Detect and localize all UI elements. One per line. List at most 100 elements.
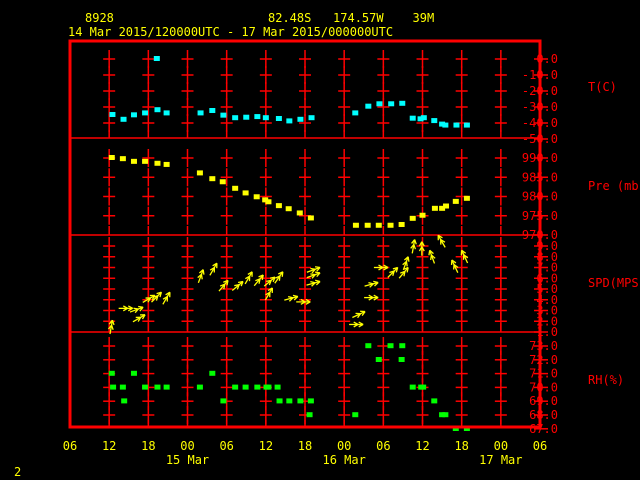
temperature-point xyxy=(388,101,395,107)
temperature-point xyxy=(254,114,261,120)
date-label: 16 Mar xyxy=(322,453,365,467)
temperature-point xyxy=(232,115,239,121)
temperature-point xyxy=(209,108,216,113)
x-tick-label: 06 xyxy=(63,439,77,453)
x-tick-label: 00 xyxy=(337,439,351,453)
rh-point xyxy=(276,398,283,404)
pressure-point xyxy=(154,160,161,166)
rh-point xyxy=(110,384,117,390)
wind-arrow xyxy=(209,262,218,276)
data-marks xyxy=(107,56,470,431)
temperature-point xyxy=(130,112,137,118)
rh-point xyxy=(142,384,149,390)
x-tick-label: 12 xyxy=(415,439,429,453)
rh-point xyxy=(399,343,406,349)
rh-axis-label: RH(%) xyxy=(588,373,624,387)
temperature-tick-label: -30.0 xyxy=(522,100,558,114)
x-tick-label: 12 xyxy=(102,439,116,453)
temperature-tick-label: 0.0 xyxy=(536,52,558,66)
pressure-point xyxy=(463,195,470,201)
pressure-point xyxy=(108,155,115,160)
pressure-point xyxy=(285,206,292,212)
pressure-point xyxy=(307,215,314,221)
station-location: 82.48S 174.57W 39M xyxy=(268,11,434,25)
rh-point xyxy=(442,412,449,418)
grid xyxy=(70,50,548,430)
x-tick-label: 12 xyxy=(259,439,273,453)
date-label: 15 Mar xyxy=(166,453,209,467)
wind-arrow xyxy=(349,321,364,328)
pressure-point xyxy=(119,156,126,162)
pressure-point xyxy=(196,170,203,176)
x-tick-label: 00 xyxy=(180,439,194,453)
rh-point xyxy=(154,384,161,390)
rh-point xyxy=(420,384,427,390)
pressure-point xyxy=(130,158,137,164)
temperature-tick-label: -10.0 xyxy=(522,68,558,82)
axis-labels: 0.0 -10.0 -20.0 -30.0 -40.0 -50.0 T(C) 990.0 985… xyxy=(63,52,640,467)
pressure-point xyxy=(232,185,239,191)
temperature-point xyxy=(365,103,372,109)
temperature-point xyxy=(262,115,269,121)
rh-point xyxy=(375,357,382,362)
wind-arrow-head xyxy=(310,273,316,276)
page-number: 2 xyxy=(14,465,21,479)
temperature-point xyxy=(286,118,293,124)
wind-arrow xyxy=(410,239,417,254)
wind-arrow xyxy=(197,269,205,284)
pressure-tick-label: 990.0 xyxy=(522,151,558,165)
x-tick-label: 18 xyxy=(298,439,312,453)
wind-arrow xyxy=(437,234,446,248)
meteogram: 8928 82.48S 174.57W 39M 14 Mar 2015/1200… xyxy=(14,11,640,479)
pressure-point xyxy=(265,199,272,205)
rh-point xyxy=(286,398,293,404)
x-tick-label: 06 xyxy=(376,439,390,453)
rh-point xyxy=(431,398,438,404)
date-label: 17 Mar xyxy=(479,453,522,467)
wind-arrow-head xyxy=(310,280,316,284)
wind-arrow xyxy=(364,294,379,301)
pressure-point xyxy=(253,194,260,200)
wind-arrow xyxy=(450,259,459,273)
temperature-point xyxy=(153,56,160,61)
x-tick-label: 18 xyxy=(141,439,155,453)
wind-arrow xyxy=(118,305,133,312)
temperature-point xyxy=(120,116,127,122)
temperature-point xyxy=(409,115,416,121)
wind-arrow-head xyxy=(373,280,379,284)
wind-arrow xyxy=(253,274,264,287)
temperature-point xyxy=(431,118,438,124)
wind-arrow-shaft xyxy=(387,267,399,278)
pressure-point xyxy=(387,222,394,228)
wind-arrow xyxy=(373,264,389,271)
rh-tick-label: 69.0 xyxy=(529,394,558,408)
temperature-point xyxy=(197,110,204,116)
rh-point xyxy=(130,370,137,376)
temperature-point xyxy=(297,116,304,122)
rh-tick-label: 71.0 xyxy=(529,367,558,381)
pressure-tick-label: 975.0 xyxy=(522,209,558,223)
pressure-point xyxy=(431,205,438,211)
temperature-point xyxy=(352,110,359,116)
pressure-point xyxy=(296,210,303,216)
wind-arrow-head xyxy=(315,279,321,283)
pressure-point xyxy=(398,221,405,227)
temperature-axis-label: T(C) xyxy=(588,80,617,94)
pressure-point xyxy=(452,198,459,204)
wind-arrow-head xyxy=(428,250,431,256)
pressure-point xyxy=(142,158,149,164)
rh-point xyxy=(254,384,261,390)
pressure-point xyxy=(163,161,170,167)
rh-tick-label: 68.0 xyxy=(529,408,558,422)
temperature-point xyxy=(308,115,315,121)
wind-arrow xyxy=(162,291,171,305)
pressure-point xyxy=(275,203,282,209)
rh-point xyxy=(121,398,128,404)
wind-arrow-head xyxy=(310,267,316,270)
time-period: 14 Mar 2015/120000UTC - 17 Mar 2015/0000… xyxy=(68,25,393,39)
wind-arrow xyxy=(387,266,399,278)
x-tick-label: 00 xyxy=(494,439,508,453)
temperature-point xyxy=(109,112,116,117)
temperature-point xyxy=(463,122,470,128)
rh-point xyxy=(398,357,405,362)
